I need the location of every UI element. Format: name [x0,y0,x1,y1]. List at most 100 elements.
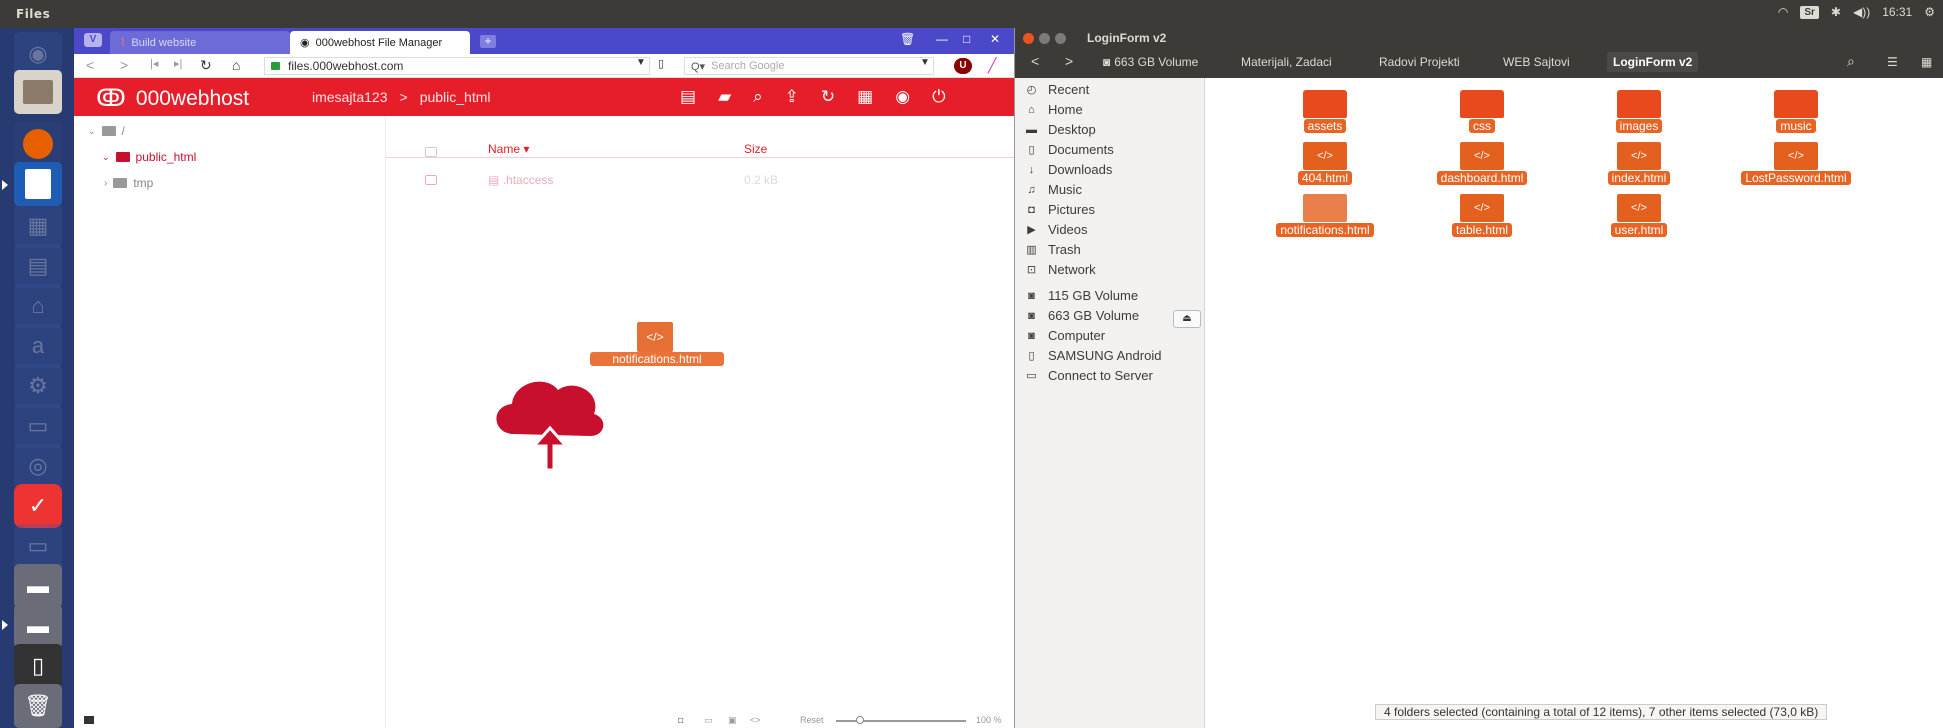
sidebar-item-recent[interactable]: ◴ Recent [1025,82,1090,97]
path-button-materijali[interactable]: Materijali, Zadaci [1241,55,1332,69]
bookmark-icon[interactable]: ▯ [658,57,664,70]
ublock-icon[interactable]: U [954,58,972,74]
grid-view-icon[interactable]: ▦ [857,87,873,107]
path-button-radovi[interactable]: Radovi Projekti [1379,55,1460,69]
wifi-icon[interactable]: ◠ [1778,5,1788,19]
fast-forward-icon[interactable]: ▸| [174,57,182,70]
tree-root[interactable]: ⌄ / [88,124,125,138]
writer-icon[interactable] [14,162,62,206]
forward-icon[interactable]: > [120,57,128,73]
sidebar-item-network[interactable]: ⊡ Network [1025,262,1096,277]
tree-item-tmp[interactable]: › tmp [104,176,153,190]
minimize-icon[interactable] [1039,33,1050,44]
tile-icon[interactable]: ▭ [704,715,713,726]
maximize-icon[interactable]: □ [963,32,970,46]
upload-icon[interactable]: ⇪ [785,87,799,107]
maximize-icon[interactable] [1055,33,1066,44]
rewind-icon[interactable]: |◂ [150,57,158,70]
software-center-icon[interactable]: ⌂ [14,284,62,328]
grid-view-icon[interactable]: ▦ [1921,55,1932,69]
table-row[interactable]: ▤ .htaccess 0.2 kB [386,166,1014,192]
grid-item-file[interactable]: </> table.html [1422,194,1542,237]
search-icon[interactable]: ⌕ [753,87,763,107]
zoom-reset[interactable]: Reset [800,715,824,725]
capture-icon[interactable]: ◘ [678,715,683,725]
tab-build-website[interactable]: ⌇ Build website [110,31,290,54]
row-checkbox[interactable] [425,175,437,185]
back-icon[interactable]: < [1031,53,1039,69]
tree-item-public-html[interactable]: ⌄ public_html [102,150,196,164]
code-icon[interactable]: <> [750,715,761,725]
back-icon[interactable]: < [86,57,94,73]
amazon-icon[interactable]: a [14,324,62,368]
panel-toggle-icon[interactable] [84,716,94,724]
power-icon[interactable]: ⏻ [932,87,945,107]
pen-icon[interactable]: ╱ [988,57,996,74]
phone-icon[interactable]: ▯ [14,644,62,688]
home-icon[interactable]: ⌂ [232,57,240,73]
drive-icon[interactable]: ▬ [14,564,62,608]
search-icon[interactable]: ⌕ [1847,53,1855,70]
sidebar-item-desktop[interactable]: ▬ Desktop [1025,122,1096,137]
select-all-checkbox[interactable] [425,147,437,157]
path-button-web[interactable]: WEB Sajtovi [1503,55,1570,69]
sidebar-item-downloads[interactable]: ↓ Downloads [1025,162,1113,177]
sidebar-item-trash[interactable]: ▥ Trash [1025,242,1080,257]
grid-item-file[interactable]: </> 404.html [1265,142,1385,185]
grid-item-file[interactable]: </> LostPassword.html [1736,142,1856,185]
sidebar-item-computer[interactable]: ◙ Computer [1025,328,1105,343]
vivaldi-icon[interactable]: ✓ [14,484,62,528]
settings-icon[interactable]: ⚙ [14,364,62,408]
eject-icon[interactable]: ⏏ [1173,310,1201,328]
breadcrumb-site[interactable]: imesajta123 [312,89,388,105]
sidebar-item-videos[interactable]: ▶ Videos [1025,222,1087,237]
trash-icon[interactable]: 🗑 [14,684,62,728]
chevron-down-icon[interactable]: ▼ [920,57,930,68]
column-name[interactable]: Name ▾ [488,142,529,156]
volume-icon[interactable]: ◀)) [1853,5,1870,19]
sidebar-item-115gb[interactable]: ◙ 115 GB Volume [1025,288,1138,303]
grid-item-folder[interactable]: music [1736,90,1856,133]
calc-icon[interactable]: ▦ [14,204,62,248]
sidebar-item-documents[interactable]: ▯ Documents [1025,142,1113,157]
sidebar-item-music[interactable]: ♫ Music [1025,182,1082,197]
new-folder-icon[interactable]: ▰ [718,87,731,107]
sidebar-item-connect-server[interactable]: ▭ Connect to Server [1025,368,1152,383]
workspace-icon[interactable]: ▭ [14,404,62,448]
zoom-slider-handle[interactable] [856,716,864,724]
brand-logo[interactable]: ↂ 000webhost [96,84,249,113]
files-icon[interactable] [14,70,62,114]
list-view-icon[interactable]: ☰ [1887,55,1898,69]
search-input[interactable]: Q▾ Search Google [684,57,934,75]
reload-icon[interactable]: ↻ [200,57,212,74]
vivaldi-dim-icon[interactable]: ◎ [14,444,62,488]
image-icon[interactable]: ▣ [728,715,737,726]
globe-icon[interactable]: ◉ [895,87,910,107]
grid-item-folder[interactable]: assets [1265,90,1385,133]
vivaldi-menu-icon[interactable]: V [84,33,102,47]
url-field[interactable]: files.000webhost.com [264,57,650,75]
firefox-icon[interactable] [14,122,62,166]
grid-item-file[interactable]: </> dashboard.html [1422,142,1542,185]
gear-icon[interactable]: ⚙ [1924,5,1935,19]
grid-item-folder[interactable]: css [1422,90,1542,133]
grid-item-folder[interactable]: images [1579,90,1699,133]
column-size[interactable]: Size [744,142,767,156]
close-icon[interactable]: ✕ [990,32,1000,46]
bluetooth-icon[interactable]: ✱ [1831,5,1841,19]
grid-item-file[interactable]: notifications.html [1265,194,1385,237]
minimize-icon[interactable]: — [936,32,948,46]
close-icon[interactable] [1023,33,1034,44]
trash-icon[interactable]: 🗑 [900,32,915,46]
drive-icon[interactable]: ▬ [14,604,62,648]
breadcrumb-folder[interactable]: public_html [420,89,491,105]
sidebar-item-samsung[interactable]: ▯ SAMSUNG Android [1025,348,1161,363]
chevron-down-icon[interactable]: ▼ [636,57,646,68]
sidebar-item-home[interactable]: ⌂ Home [1025,102,1083,117]
refresh-icon[interactable]: ↻ [821,87,835,107]
forward-icon[interactable]: > [1065,53,1073,69]
grid-item-file[interactable]: </> index.html [1579,142,1699,185]
keyboard-layout[interactable]: Sr [1800,5,1819,19]
impress-icon[interactable]: ▤ [14,244,62,288]
sidebar-item-663gb[interactable]: ◙ 663 GB Volume [1025,308,1139,323]
